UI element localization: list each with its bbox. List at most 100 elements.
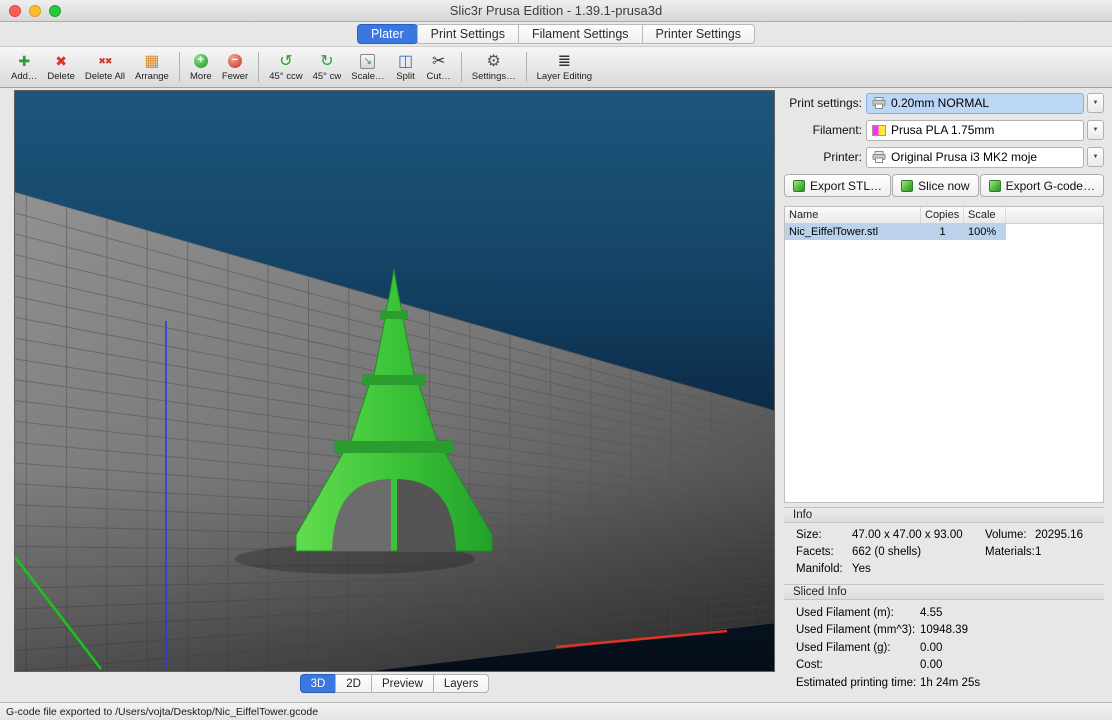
view-mode-buttons: 3D 2D Preview Layers xyxy=(14,674,775,694)
minimize-button[interactable] xyxy=(29,5,41,17)
object-scale-cell: 100% xyxy=(964,224,1006,240)
filament-label: Filament: xyxy=(784,123,862,137)
3d-scene xyxy=(15,91,774,671)
layer-editing-icon: ≣ xyxy=(558,53,571,70)
status-text: G-code file exported to /Users/vojta/Des… xyxy=(6,706,318,718)
toolbar-separator xyxy=(526,52,527,82)
settings-button[interactable]: ⚙ Settings… xyxy=(467,48,521,86)
sidebar: Print settings: 0.20mm NORMAL ▼ Filament… xyxy=(784,92,1104,702)
view-layers-button[interactable]: Layers xyxy=(433,674,490,693)
export-gcode-icon xyxy=(989,180,1001,192)
rotate-cw-button[interactable]: ↻ 45° cw xyxy=(308,48,347,86)
print-time-value: 1h 24m 25s xyxy=(920,677,1104,689)
column-header-name: Name xyxy=(785,207,921,223)
rotate-ccw-icon: ↺ xyxy=(279,53,292,70)
tab-printer-settings[interactable]: Printer Settings xyxy=(642,24,755,44)
print-time-label: Estimated printing time: xyxy=(796,677,920,689)
materials-value: 1 xyxy=(1035,546,1104,558)
facets-label: Facets: xyxy=(796,546,852,558)
size-value: 47.00 x 47.00 x 93.00 xyxy=(852,529,985,541)
toolbar-separator xyxy=(461,52,462,82)
used-filament-g-value: 0.00 xyxy=(920,642,1104,654)
materials-label: Materials: xyxy=(985,546,1035,558)
object-list[interactable]: Name Copies Scale Nic_EiffelTower.stl 1 … xyxy=(784,206,1104,503)
print-settings-combo[interactable]: 0.20mm NORMAL xyxy=(866,93,1084,114)
status-bar: G-code file exported to /Users/vojta/Des… xyxy=(0,702,1112,720)
zoom-button[interactable] xyxy=(49,5,61,17)
view-preview-button[interactable]: Preview xyxy=(371,674,434,693)
printer-value: Original Prusa i3 MK2 moje xyxy=(891,150,1037,164)
volume-value: 20295.16 xyxy=(1035,529,1104,541)
split-button[interactable]: ◫ Split xyxy=(390,48,422,86)
manifold-label: Manifold: xyxy=(796,563,852,575)
delete-icon: ✖ xyxy=(55,53,67,70)
print-settings-label: Print settings: xyxy=(784,96,862,110)
add-icon: ✚ xyxy=(18,53,30,70)
arrange-button[interactable]: ▦ Arrange xyxy=(130,48,174,86)
scale-icon: ↘ xyxy=(360,54,375,69)
fewer-icon: − xyxy=(228,54,242,68)
cost-value: 0.00 xyxy=(920,659,1104,671)
app-window: Slic3r Prusa Edition - 1.39.1-prusa3d Pl… xyxy=(0,0,1112,720)
used-filament-m-value: 4.55 xyxy=(920,607,1104,619)
settings-gear-icon: ⚙ xyxy=(487,53,501,70)
add-button[interactable]: ✚ Add… xyxy=(6,48,42,86)
close-button[interactable] xyxy=(9,5,21,17)
object-name-cell: Nic_EiffelTower.stl xyxy=(785,224,921,240)
facets-value: 662 (0 shells) xyxy=(852,546,985,558)
slice-now-button[interactable]: Slice now xyxy=(892,174,978,197)
tower-platform-mid xyxy=(363,375,425,385)
printer-dropdown-button[interactable]: ▼ xyxy=(1087,147,1104,167)
rotate-ccw-button[interactable]: ↺ 45° ccw xyxy=(264,48,307,86)
tab-print-settings[interactable]: Print Settings xyxy=(417,24,519,44)
used-filament-g-label: Used Filament (g): xyxy=(796,642,920,654)
view-2d-button[interactable]: 2D xyxy=(335,674,372,693)
split-icon: ◫ xyxy=(398,53,413,70)
info-panel: Size: 47.00 x 47.00 x 93.00 Volume: 2029… xyxy=(784,523,1104,580)
arrange-icon: ▦ xyxy=(144,53,159,70)
more-icon: + xyxy=(194,54,208,68)
window-title: Slic3r Prusa Edition - 1.39.1-prusa3d xyxy=(0,3,1112,18)
object-row[interactable]: Nic_EiffelTower.stl 1 100% xyxy=(785,224,1103,240)
column-header-copies: Copies xyxy=(921,207,964,223)
tab-bar: Plater Print Settings Filament Settings … xyxy=(0,22,1112,46)
sliced-info-section-header: Sliced Info xyxy=(784,584,1104,600)
delete-all-icon: ✖✖ xyxy=(98,53,111,70)
slice-now-icon xyxy=(901,180,913,192)
filament-color-swatch xyxy=(872,125,886,136)
printer-label: Printer: xyxy=(784,150,862,164)
delete-all-button[interactable]: ✖✖ Delete All xyxy=(80,48,130,86)
manifold-value: Yes xyxy=(852,563,985,575)
cut-icon: ✂ xyxy=(432,53,445,70)
column-header-scale: Scale xyxy=(964,207,1006,223)
scale-button[interactable]: ↘ Scale… xyxy=(346,48,389,86)
object-copies-cell: 1 xyxy=(921,224,964,240)
filament-dropdown-button[interactable]: ▼ xyxy=(1087,120,1104,140)
print-settings-dropdown-button[interactable]: ▼ xyxy=(1087,93,1104,113)
delete-button[interactable]: ✖ Delete xyxy=(42,48,79,86)
tab-filament-settings[interactable]: Filament Settings xyxy=(518,24,643,44)
cost-label: Cost: xyxy=(796,659,920,671)
used-filament-mm3-value: 10948.39 xyxy=(920,624,1104,636)
tab-plater[interactable]: Plater xyxy=(357,24,418,44)
filament-combo[interactable]: Prusa PLA 1.75mm xyxy=(866,120,1084,141)
export-stl-button[interactable]: Export STL… xyxy=(784,174,891,197)
used-filament-mm3-label: Used Filament (mm^3): xyxy=(796,624,920,636)
volume-label: Volume: xyxy=(985,529,1035,541)
export-gcode-button[interactable]: Export G-code… xyxy=(980,174,1104,197)
tower-platform-top xyxy=(381,311,407,319)
cut-button[interactable]: ✂ Cut… xyxy=(422,48,456,86)
fewer-button[interactable]: − Fewer xyxy=(217,48,253,86)
printer-combo[interactable]: Original Prusa i3 MK2 moje xyxy=(866,147,1084,168)
3d-viewport[interactable] xyxy=(14,90,775,672)
view-3d-button[interactable]: 3D xyxy=(300,674,337,693)
traffic-lights xyxy=(9,0,61,21)
used-filament-m-label: Used Filament (m): xyxy=(796,607,920,619)
sliced-info-panel: Used Filament (m): 4.55 Used Filament (m… xyxy=(784,600,1104,702)
layer-editing-button[interactable]: ≣ Layer Editing xyxy=(532,48,597,86)
print-settings-value: 0.20mm NORMAL xyxy=(891,96,989,110)
object-list-header: Name Copies Scale xyxy=(785,207,1103,224)
printer-icon xyxy=(872,151,886,163)
more-button[interactable]: + More xyxy=(185,48,217,86)
titlebar: Slic3r Prusa Edition - 1.39.1-prusa3d xyxy=(0,0,1112,22)
